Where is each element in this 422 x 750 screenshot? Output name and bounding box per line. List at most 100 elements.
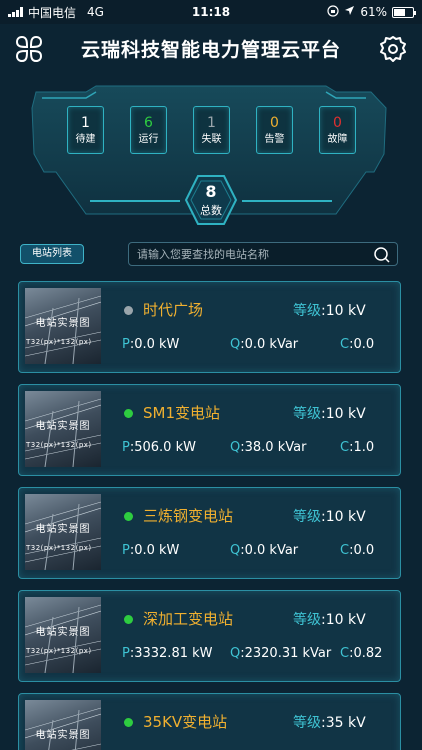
search-input[interactable] (137, 245, 367, 263)
stat-label: 故障 (327, 134, 348, 145)
battery-percent: 61% (360, 5, 387, 19)
station-photo-placeholder: 电站实景图 T32(px)*132(px) (25, 288, 101, 364)
voltage-level: 等级:10 kV (293, 403, 366, 423)
voltage-level: 等级:10 kV (293, 609, 366, 629)
station-name: 时代广场 (143, 301, 204, 319)
c-label: C (340, 337, 350, 352)
p-value: :506.0 kW (129, 440, 196, 455)
c-value: :1.0 (349, 440, 375, 455)
station-card[interactable]: 电站实景图 T32(px)*132(px) 三炼钢变电站 等级:10 kV P:… (18, 487, 401, 579)
signal-icon (8, 7, 23, 17)
c-label: C (340, 543, 350, 558)
level-label: 等级 (293, 612, 321, 628)
q-label: Q (230, 337, 241, 352)
p-label: P (122, 337, 130, 352)
battery-icon (392, 6, 416, 18)
station-card[interactable]: 电站实景图 T32(px)*132(px) 35KV变电站 等级:35 kV P… (18, 693, 401, 750)
status-stats: 1 待建 6 运行 1 失联 0 告警 0 故障 (67, 106, 356, 154)
total-label: 总数 (200, 204, 222, 217)
search-box[interactable] (128, 242, 398, 266)
total-badge[interactable]: 8 总数 (184, 174, 238, 226)
grid-menu-icon[interactable] (14, 34, 44, 64)
station-photo-placeholder: 电站实景图 T32(px)*132(px) (25, 494, 101, 570)
level-label: 等级 (293, 406, 321, 422)
stat-disconnected[interactable]: 1 失联 (193, 106, 230, 154)
power-factor: C:1.0 (340, 440, 374, 455)
location-icon (344, 5, 355, 19)
photo-size: T32(px)*132(px) (26, 441, 92, 449)
voltage-level: 等级:35 kV (293, 712, 366, 732)
stat-alarm[interactable]: 0 告警 (256, 106, 293, 154)
photo-title: 电站实景图 (35, 730, 91, 741)
level-label: 等级 (293, 303, 321, 319)
q-value: :38.0 kVar (240, 440, 307, 455)
status-summary-panel: 1 待建 6 运行 1 失联 0 告警 0 故障 8 总数 (26, 84, 396, 232)
stat-pending[interactable]: 1 待建 (67, 106, 104, 154)
station-photo-placeholder: 电站实景图 T32(px)*132(px) (25, 391, 101, 467)
clock: 11:18 (191, 5, 231, 19)
photo-size: T32(px)*132(px) (26, 647, 92, 655)
station-name: SM1变电站 (143, 404, 221, 422)
level-value: :35 kV (321, 715, 366, 731)
power-p: P:3332.81 kW (122, 646, 213, 661)
status-dot (124, 306, 133, 315)
station-photo-placeholder: 电站实景图 T32(px)*132(px) (25, 700, 101, 750)
power-p: P:506.0 kW (122, 440, 196, 455)
divider-right (242, 200, 332, 202)
station-card[interactable]: 电站实景图 T32(px)*132(px) SM1变电站 等级:10 kV P:… (18, 384, 401, 476)
photo-title: 电站实景图 (35, 421, 91, 432)
power-factor: C:0.0 (340, 337, 374, 352)
c-label: C (340, 646, 350, 661)
q-value: :2320.31 kVar (240, 646, 332, 661)
photo-title: 电站实景图 (35, 318, 91, 329)
photo-title: 电站实景图 (35, 524, 91, 535)
c-label: C (340, 440, 350, 455)
stat-value: 6 (144, 115, 153, 131)
station-name: 35KV变电站 (143, 713, 228, 731)
level-value: :10 kV (321, 612, 366, 628)
p-label: P (122, 543, 130, 558)
power-q: Q:0.0 kVar (230, 337, 298, 352)
status-bar: 中国电信 4G 11:18 61% (0, 0, 422, 24)
lock-rotation-icon (327, 4, 339, 20)
q-label: Q (230, 646, 241, 661)
gear-icon[interactable] (378, 34, 408, 64)
power-factor: C:0.0 (340, 543, 374, 558)
q-value: :0.0 kVar (240, 337, 299, 352)
station-list-tab[interactable]: 电站列表 (20, 244, 84, 264)
stat-label: 失联 (201, 134, 222, 145)
status-dot (124, 718, 133, 727)
stat-value: 0 (270, 115, 279, 131)
stat-value: 0 (333, 115, 342, 131)
q-label: Q (230, 440, 241, 455)
c-value: :0.0 (349, 337, 375, 352)
power-q: Q:0.0 kVar (230, 543, 298, 558)
station-card[interactable]: 电站实景图 T32(px)*132(px) 深加工变电站 等级:10 kV P:… (18, 590, 401, 682)
station-name: 三炼钢变电站 (143, 507, 234, 525)
p-label: P (122, 440, 130, 455)
q-value: :0.0 kVar (240, 543, 299, 558)
stat-label: 待建 (75, 134, 96, 145)
stat-label: 运行 (138, 134, 159, 145)
stat-value: 1 (207, 115, 216, 131)
c-value: :0.0 (349, 543, 375, 558)
p-value: :0.0 kW (129, 543, 180, 558)
p-label: P (122, 646, 130, 661)
power-p: P:0.0 kW (122, 543, 179, 558)
divider-left (90, 200, 180, 202)
status-dot (124, 615, 133, 624)
status-dot (124, 512, 133, 521)
station-card[interactable]: 电站实景图 T32(px)*132(px) 时代广场 等级:10 kV P :0.… (18, 281, 401, 373)
stat-label: 告警 (264, 134, 285, 145)
station-name: 深加工变电站 (143, 610, 234, 628)
photo-title: 电站实景图 (35, 627, 91, 638)
stat-fault[interactable]: 0 故障 (319, 106, 356, 154)
carrier-label: 中国电信 (28, 5, 77, 20)
level-label: 等级 (293, 509, 321, 525)
stat-running[interactable]: 6 运行 (130, 106, 167, 154)
level-value: :10 kV (321, 509, 366, 525)
voltage-level: 等级:10 kV (293, 300, 366, 320)
search-icon[interactable] (373, 246, 391, 264)
tower-lines-graphic (25, 707, 101, 750)
page-title: 云瑞科技智能电力管理云平台 (80, 38, 341, 61)
